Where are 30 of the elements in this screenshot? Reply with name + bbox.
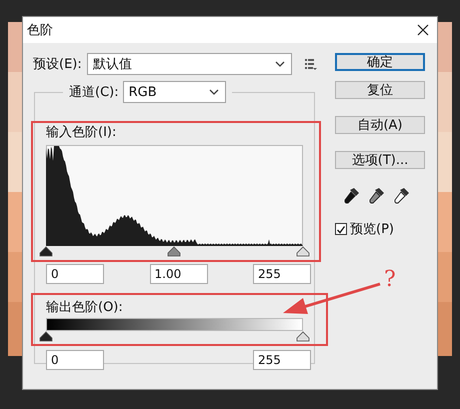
preset-label: 预设(E):: [33, 56, 83, 73]
window-title: 色阶: [27, 22, 53, 39]
input-levels-label: 输入色阶(I):: [46, 124, 118, 141]
preview-label: 预览(P): [350, 221, 394, 238]
level-field[interactable]: 0: [46, 264, 104, 284]
input-slider-handle[interactable]: [296, 246, 310, 256]
channel-dropdown[interactable]: RGB: [122, 81, 226, 103]
dialog-button[interactable]: 确定: [335, 53, 425, 71]
chevron-icon: [208, 89, 219, 95]
eyedropper-icon[interactable]: [344, 187, 360, 204]
output-slider-handle[interactable]: [296, 331, 310, 342]
annotation-mark: ?: [384, 268, 396, 292]
level-field[interactable]: 0: [46, 350, 104, 370]
level-field[interactable]: 255: [253, 264, 311, 284]
input-slider-handle[interactable]: [40, 246, 52, 256]
level-field[interactable]: 255: [253, 350, 311, 370]
preview-checkbox[interactable]: [335, 223, 347, 235]
preset-dropdown[interactable]: 默认值: [87, 53, 292, 75]
output-slider-handle[interactable]: [40, 331, 52, 342]
channel-label: 通道(C):: [69, 84, 119, 101]
dialog-button[interactable]: 复位: [335, 81, 425, 99]
dialog-button[interactable]: 自动(A): [335, 116, 425, 134]
close-icon[interactable]: [417, 24, 429, 36]
chevron-icon: [275, 61, 285, 67]
eyedropper-icon[interactable]: [369, 187, 385, 204]
level-field[interactable]: 1.00: [150, 264, 208, 284]
eyedropper-icon[interactable]: [394, 187, 410, 204]
menu-icon[interactable]: [305, 58, 317, 70]
dialog-button[interactable]: 选项(T)...: [335, 151, 425, 169]
output-levels-label: 输出色阶(O):: [46, 299, 124, 316]
